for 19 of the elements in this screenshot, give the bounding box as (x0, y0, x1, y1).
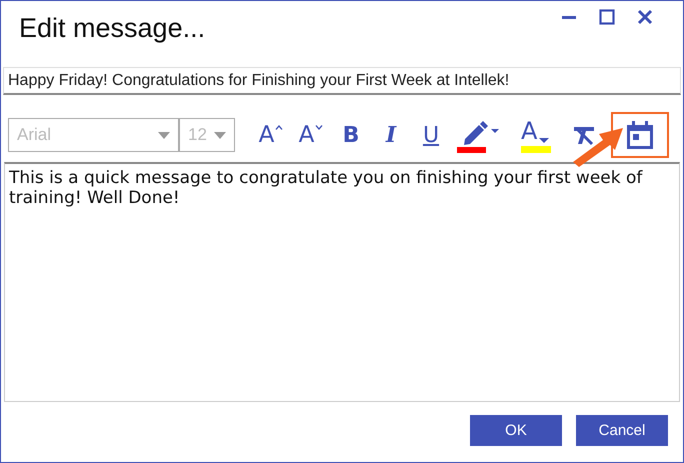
decrease-font-button[interactable]: A (291, 117, 331, 153)
caret-icon (158, 132, 170, 138)
bold-button[interactable]: B (331, 117, 371, 153)
subject-field[interactable]: Happy Friday! Congratulations for Finishing your First Week at Intellek! (3, 67, 681, 95)
caret-icon (214, 132, 226, 138)
caret-down-icon (315, 125, 324, 130)
caret-up-icon (275, 125, 284, 130)
italic-button[interactable]: I (371, 117, 411, 153)
maximize-icon[interactable] (599, 9, 615, 25)
increase-font-button[interactable]: A (251, 117, 291, 153)
underline-button[interactable]: U (411, 117, 451, 153)
dialog-button[interactable]: Cancel (576, 415, 668, 446)
caret-icon (539, 138, 550, 144)
dialog-button[interactable]: OK (470, 415, 562, 446)
font-color-button[interactable]: A (521, 118, 557, 152)
window-title: Edit message... (19, 12, 206, 44)
close-icon[interactable] (637, 9, 653, 25)
message-body-field[interactable]: This is a quick message to congratulate you on finishing your first week of training! Well Done! (4, 162, 680, 402)
calendar-icon[interactable] (627, 121, 653, 149)
